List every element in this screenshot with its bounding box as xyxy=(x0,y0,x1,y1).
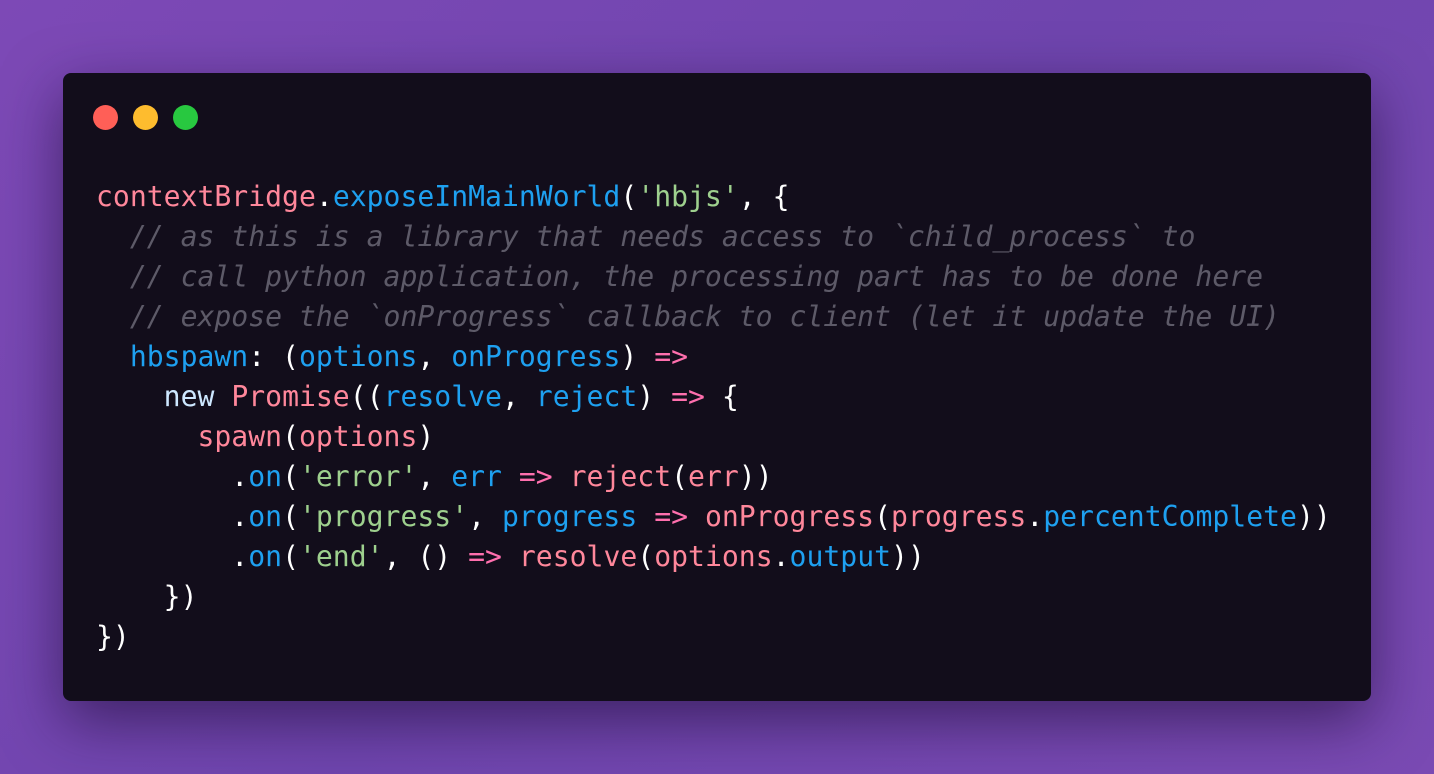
code-line: // call python application, the processi… xyxy=(96,257,1331,297)
code-token: progress xyxy=(501,500,638,533)
code-window: contextBridge.exposeInMainWorld('hbjs', … xyxy=(63,73,1371,701)
code-line: // as this is a library that needs acces… xyxy=(96,217,1331,257)
close-dot[interactable] xyxy=(93,105,118,130)
code-token: => xyxy=(654,340,689,373)
code-token: { xyxy=(704,380,739,413)
code-line: hbspawn: (options, onProgress) => xyxy=(96,337,1331,377)
code-token: reject xyxy=(535,380,638,413)
code-token: resolve xyxy=(518,540,638,573)
code-line: new Promise((resolve, reject) => { xyxy=(96,377,1331,417)
code-token: , xyxy=(468,500,502,533)
code-token: 'hbjs' xyxy=(637,180,739,213)
code-token: ( xyxy=(874,500,891,533)
code-token: , { xyxy=(738,180,790,213)
code-token: , xyxy=(501,380,536,413)
code-token: )) xyxy=(738,460,773,493)
code-token: }) xyxy=(96,580,198,613)
code-line: .on('error', err => reject(err)) xyxy=(96,457,1331,497)
code-token: resolve xyxy=(383,380,502,413)
code-token: spawn xyxy=(197,420,283,453)
code-token: hbspawn xyxy=(129,340,249,373)
code-token: . xyxy=(96,540,249,573)
code-token: ( xyxy=(637,540,655,573)
code-token: onProgress xyxy=(451,340,621,373)
code-token: options xyxy=(654,540,773,573)
code-line: }) xyxy=(96,617,1331,657)
code-token: (( xyxy=(349,380,384,413)
code-token: . xyxy=(96,500,249,533)
code-token: . xyxy=(1026,500,1044,533)
code-line: contextBridge.exposeInMainWorld('hbjs', … xyxy=(96,177,1331,217)
code-token: => xyxy=(654,500,689,533)
code-token: err xyxy=(451,460,502,493)
code-token: on xyxy=(248,460,283,493)
code-token: )) xyxy=(1296,500,1331,533)
code-token: , () xyxy=(383,540,469,573)
code-token: on xyxy=(248,540,283,573)
code-token: ( xyxy=(282,540,299,573)
code-token: percentComplete xyxy=(1043,500,1297,533)
code-token: // expose the `onProgress` callback to c… xyxy=(96,300,1280,333)
code-token: ) xyxy=(637,380,672,413)
code-token: on xyxy=(248,500,283,533)
code-token: options xyxy=(298,340,418,373)
code-token: . xyxy=(315,180,333,213)
code-line: }) xyxy=(96,577,1331,617)
code-token: err xyxy=(688,460,739,493)
code-token: 'progress' xyxy=(298,500,469,533)
code-line: .on('progress', progress => onProgress(p… xyxy=(96,497,1331,537)
code-token: ( xyxy=(282,420,299,453)
code-token: reject xyxy=(569,460,672,493)
code-token: progress xyxy=(891,500,1027,533)
code-token: Promise xyxy=(231,380,350,413)
code-token: 'error' xyxy=(298,460,418,493)
code-line: // expose the `onProgress` callback to c… xyxy=(96,297,1331,337)
code-token: ( xyxy=(671,460,689,493)
code-token: ( xyxy=(620,180,638,213)
code-token: , xyxy=(417,340,452,373)
code-token: contextBridge xyxy=(96,180,316,213)
code-token: new xyxy=(163,380,215,413)
code-token: exposeInMainWorld xyxy=(332,180,621,213)
code-token: )) xyxy=(891,540,925,573)
code-token: , xyxy=(417,460,452,493)
code-token: output xyxy=(789,540,892,573)
code-token: => xyxy=(468,540,502,573)
code-token: ( xyxy=(282,500,299,533)
code-line: .on('end', () => resolve(options.output)… xyxy=(96,537,1331,577)
code-token: onProgress xyxy=(704,500,875,533)
code-token: }) xyxy=(96,620,130,653)
code-token: options xyxy=(298,420,418,453)
code-token: 'end' xyxy=(298,540,384,573)
code-token: => xyxy=(671,380,705,413)
code-token: . xyxy=(96,460,249,493)
code-line: spawn(options) xyxy=(96,417,1331,457)
code-token: ) xyxy=(620,340,655,373)
code-token: : ( xyxy=(248,340,299,373)
code-token: => xyxy=(518,460,553,493)
code-token: // as this is a library that needs acces… xyxy=(96,220,1196,253)
code-token: . xyxy=(772,540,790,573)
code-token: ) xyxy=(417,420,435,453)
minimize-dot[interactable] xyxy=(133,105,158,130)
maximize-dot[interactable] xyxy=(173,105,198,130)
code-token: ( xyxy=(282,460,299,493)
code-block: contextBridge.exposeInMainWorld('hbjs', … xyxy=(96,177,1331,657)
code-token: // call python application, the processi… xyxy=(96,260,1264,293)
window-controls xyxy=(93,105,198,130)
